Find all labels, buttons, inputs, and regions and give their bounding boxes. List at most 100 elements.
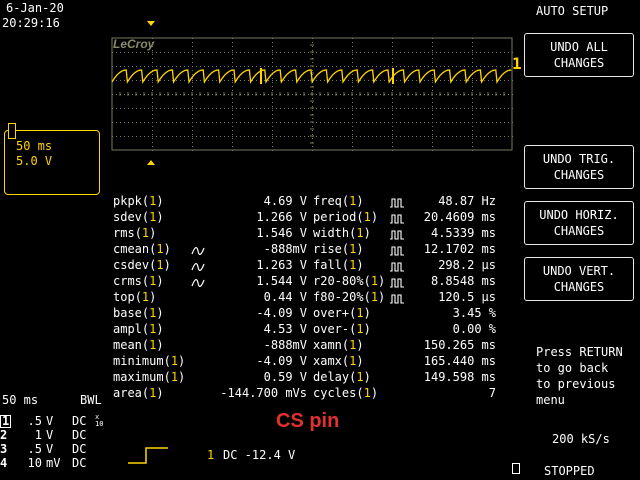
grid-dot <box>232 110 233 111</box>
grid-dot <box>436 94 437 95</box>
grid-dot <box>392 134 393 135</box>
grid-dot <box>316 94 317 95</box>
grid-dot <box>492 108 493 109</box>
grid-dot <box>152 66 153 67</box>
grid-dot <box>340 94 341 95</box>
grid-dot <box>340 136 341 137</box>
grid-dot <box>464 52 465 53</box>
grid-dot <box>164 122 165 123</box>
grid-dot <box>152 150 153 151</box>
grid-dot <box>384 52 385 53</box>
undo-vert-changes-button[interactable]: UNDO VERT. CHANGES <box>524 257 634 301</box>
grid-dot <box>132 80 133 81</box>
grid-dot <box>192 42 193 43</box>
grid-dot <box>192 102 193 103</box>
grid-dot <box>240 66 241 67</box>
grid-dot <box>416 80 417 81</box>
undo-trig-changes-button[interactable]: UNDO TRIG. CHANGES <box>524 145 634 189</box>
help-line: Press RETURN <box>536 345 623 359</box>
grid-dot <box>148 52 149 53</box>
channel-number: 4 <box>0 456 8 470</box>
grid-dot <box>180 136 181 137</box>
grid-dot <box>432 108 433 109</box>
measurement-value: 4.69 V <box>263 194 307 208</box>
grid-dot <box>452 122 453 123</box>
grid-dot <box>280 108 281 109</box>
grid-dot <box>500 108 501 109</box>
grid-dot <box>160 108 161 109</box>
grid-dot <box>468 52 469 53</box>
grid-dot <box>220 94 221 95</box>
grid-dot <box>224 136 225 137</box>
grid-dot <box>264 80 265 81</box>
grid-dot <box>436 52 437 53</box>
grid-dot <box>416 52 417 53</box>
grid-dot <box>500 52 501 53</box>
grid-dot <box>184 66 185 67</box>
grid-dot <box>432 58 433 59</box>
grid-dot <box>508 52 509 53</box>
grid-dot <box>352 136 353 137</box>
grid-dot <box>240 52 241 53</box>
measurement-value: 48.87 Hz <box>438 194 496 208</box>
measurement-row: base(1) -4.09 V <box>113 305 307 321</box>
grid-dot <box>496 66 497 67</box>
grid-dot <box>488 66 489 67</box>
grid-dot <box>436 108 437 109</box>
undo-horiz-changes-button[interactable]: UNDO HORIZ. CHANGES <box>524 201 634 245</box>
grid-dot <box>392 126 393 127</box>
grid-dot <box>196 108 197 109</box>
grid-dot <box>116 136 117 137</box>
grid-dot <box>244 122 245 123</box>
grid-dot <box>276 80 277 81</box>
grid-dot <box>400 52 401 53</box>
grid-dot <box>272 108 273 109</box>
measurement-row: minimum(1) -4.09 V <box>113 353 307 369</box>
grid-dot <box>228 122 229 123</box>
grid-dot <box>472 102 473 103</box>
grid-dot <box>176 52 177 53</box>
grid-dot <box>352 82 353 83</box>
grid-dot <box>352 78 353 79</box>
grid-dot <box>476 122 477 123</box>
grid-dot <box>368 108 369 109</box>
grid-dot <box>196 94 197 95</box>
grid-dot <box>308 52 309 53</box>
grid-dot <box>276 52 277 53</box>
grid-dot <box>232 62 233 63</box>
grid-dot <box>504 52 505 53</box>
measurement-value: 298.2 µs <box>438 258 496 272</box>
grid-dot <box>244 80 245 81</box>
grid-dot <box>472 52 473 53</box>
grid-dot <box>180 108 181 109</box>
grid-dot <box>400 80 401 81</box>
grid-dot <box>304 66 305 67</box>
grid-dot <box>248 122 249 123</box>
grid-dot <box>376 52 377 53</box>
grid-dot <box>420 52 421 53</box>
grid-dot <box>232 50 233 51</box>
trigger-channel: 1 <box>207 448 215 462</box>
grid-dot <box>236 136 237 137</box>
grid-dot <box>512 136 513 137</box>
channel-setup-box[interactable]: 50 ms 5.0 V <box>4 123 100 195</box>
grid-dot <box>472 138 473 139</box>
measurement-value: 1.546 V <box>256 226 307 240</box>
grid-dot <box>476 80 477 81</box>
grid-dot <box>448 136 449 137</box>
grid-dot <box>360 122 361 123</box>
grid-dot <box>192 118 193 119</box>
grid-dot <box>176 108 177 109</box>
grid-dot <box>272 90 273 91</box>
pulse-icon <box>389 226 405 242</box>
grid-dot <box>224 108 225 109</box>
grid-dot <box>276 66 277 67</box>
grid-dot <box>388 52 389 53</box>
grid-dot <box>148 136 149 137</box>
undo-all-changes-button[interactable]: UNDO ALL CHANGES <box>524 33 634 77</box>
grid-dot <box>480 136 481 137</box>
sample-rate: 200 kS/s <box>552 432 610 446</box>
grid-dot <box>508 136 509 137</box>
grid-dot <box>228 108 229 109</box>
grid-dot <box>192 62 193 63</box>
